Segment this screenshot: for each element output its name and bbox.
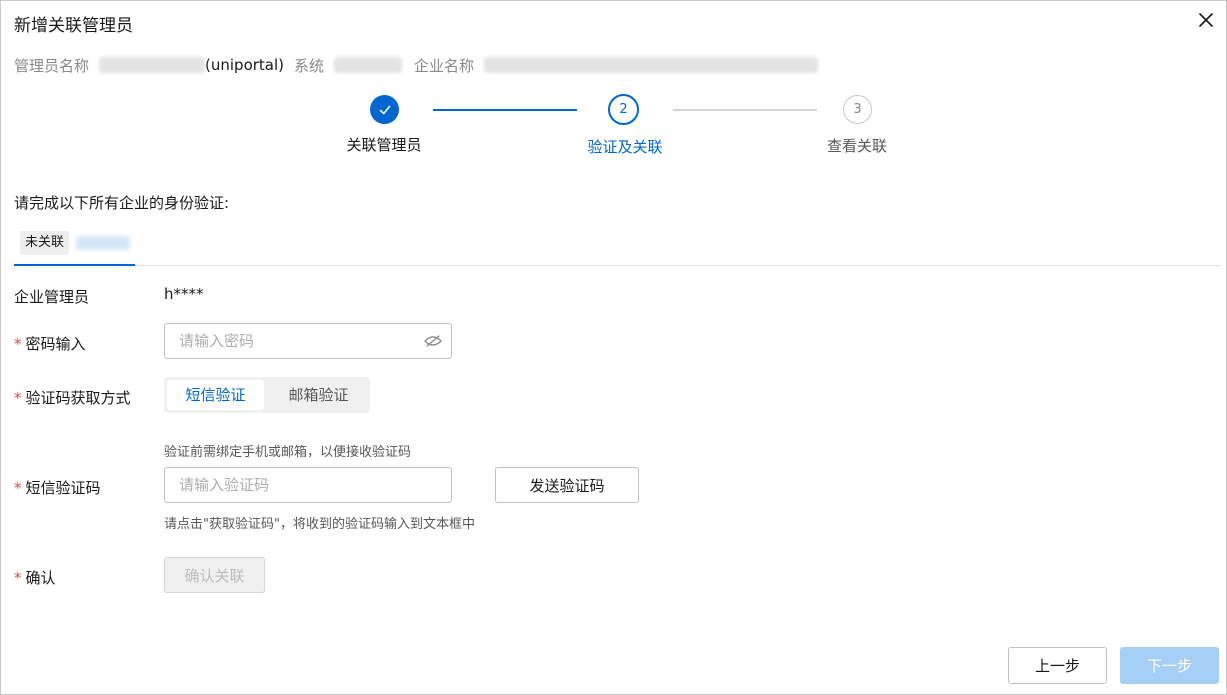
verification-instruction: 请完成以下所有企业的身份验证:	[14, 194, 230, 212]
password-label: * 密码输入	[14, 333, 86, 354]
step-1-label: 关联管理员	[346, 136, 422, 154]
step-3-circle: 3	[843, 95, 872, 124]
method-label: * 验证码获取方式	[14, 387, 131, 408]
sms-code-hint: 请点击"获取验证码"，将收到的验证码输入到文本框中	[164, 517, 475, 532]
sms-code-label-text: 短信验证码	[25, 479, 101, 497]
step-2-label: 验证及关联	[587, 138, 663, 156]
confirm-label-text: 确认	[25, 569, 56, 587]
required-mark: *	[14, 389, 22, 407]
verification-method-toggle: 短信验证 邮箱验证	[164, 377, 370, 413]
sms-code-input[interactable]	[164, 467, 452, 503]
company-redacted	[484, 57, 819, 73]
enterprise-admin-value: h****	[164, 285, 204, 303]
step-1-check-icon	[370, 95, 399, 124]
admin-name-label: 管理员名称	[14, 56, 90, 75]
step-connector-pending	[673, 109, 817, 111]
tab-enterprise-name-redacted	[76, 236, 130, 250]
method-label-text: 验证码获取方式	[25, 389, 131, 407]
admin-info-row: 管理员名称 (uniportal) 系统 企业名称	[14, 54, 819, 76]
step-2-circle: 2	[608, 94, 639, 125]
email-verification-option[interactable]: 邮箱验证	[270, 380, 367, 410]
admin-name-redacted	[99, 57, 206, 73]
hide-password-icon[interactable]	[423, 334, 443, 348]
required-mark: *	[14, 569, 22, 587]
system-redacted	[334, 57, 403, 73]
send-code-button[interactable]: 发送验证码	[495, 467, 639, 503]
confirm-link-button[interactable]: 确认关联	[164, 557, 265, 593]
enterprise-tabs: 未关联	[14, 228, 1221, 266]
step-progress: 关联管理员 2 验证及关联 3 查看关联	[1, 94, 1227, 165]
tab-enterprise[interactable]: 未关联	[14, 228, 135, 266]
password-input[interactable]	[164, 323, 452, 359]
admin-name-suffix: (uniportal)	[205, 56, 285, 74]
close-icon[interactable]	[1196, 10, 1216, 30]
required-mark: *	[14, 479, 22, 497]
previous-step-button[interactable]: 上一步	[1008, 647, 1107, 684]
add-linked-admin-dialog: 新增关联管理员 管理员名称 (uniportal) 系统 企业名称 关联管理员 …	[0, 0, 1227, 695]
method-hint: 验证前需绑定手机或邮箱，以便接收验证码	[164, 445, 412, 460]
dialog-title: 新增关联管理员	[14, 16, 133, 36]
sms-code-label: * 短信验证码	[14, 477, 101, 498]
password-label-text: 密码输入	[25, 335, 86, 353]
enterprise-admin-label: 企业管理员	[14, 288, 90, 306]
unlinked-badge: 未关联	[20, 231, 70, 255]
step-3-label: 查看关联	[826, 137, 888, 155]
next-step-button[interactable]: 下一步	[1120, 647, 1219, 684]
confirm-label: * 确认	[14, 567, 56, 588]
system-label: 系统	[294, 56, 325, 75]
company-label: 企业名称	[414, 56, 475, 75]
sms-verification-option[interactable]: 短信验证	[167, 380, 264, 410]
step-connector-done	[433, 109, 577, 111]
required-mark: *	[14, 335, 22, 353]
